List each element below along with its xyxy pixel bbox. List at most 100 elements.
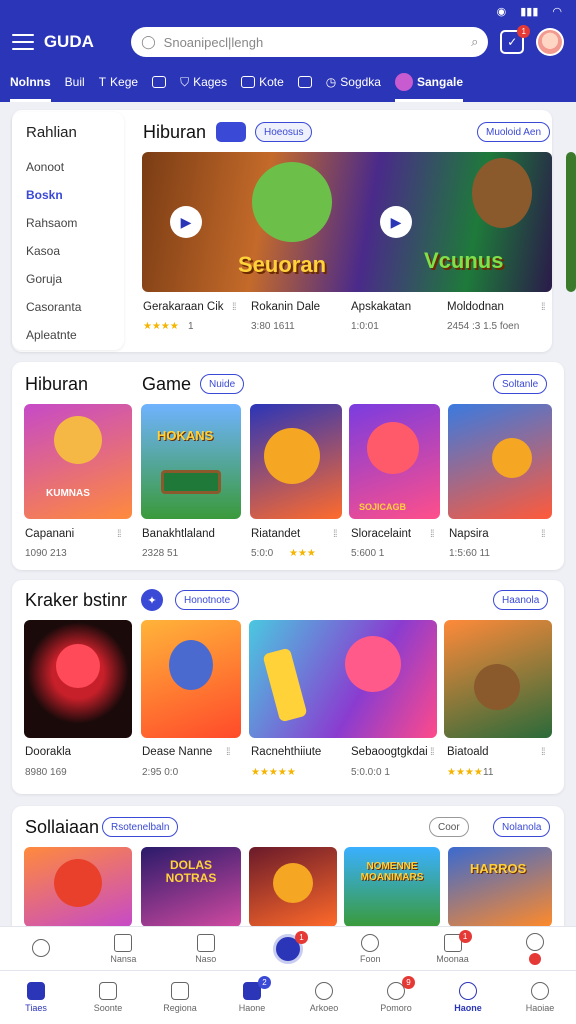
quick-action-history[interactable] <box>9 938 73 959</box>
game-title[interactable]: Apskakatan <box>351 301 411 313</box>
game-title[interactable]: Banakhtlaland <box>142 528 215 540</box>
nav-home[interactable]: Tiaes <box>4 982 68 1013</box>
section-1-pill[interactable]: Hoeosus <box>255 122 313 142</box>
face-icon <box>315 982 333 1000</box>
game-thumbnail[interactable] <box>250 404 342 519</box>
quick-action-message[interactable]: 1 Moonaa <box>421 929 485 964</box>
tab-1[interactable]: Buil <box>65 62 85 102</box>
more-icon[interactable]: ⁞⁞ <box>541 747 545 758</box>
tab-0[interactable]: Nolnns <box>10 62 51 102</box>
more-icon[interactable]: ⁞⁞ <box>117 529 121 540</box>
menu-icon[interactable] <box>12 34 34 50</box>
section-3-more-button[interactable]: Haanola <box>493 590 549 610</box>
section-4-filter-button[interactable]: Coor <box>429 817 469 837</box>
thumbnail-art-text: NOMENNE MOANIMARS <box>360 861 424 883</box>
game-thumbnail[interactable]: HARROS <box>448 847 552 927</box>
section-2-more-button[interactable]: Soltanle <box>493 374 548 394</box>
rating-stars: ★★★★★ <box>251 767 296 778</box>
section-3-pill[interactable]: Honotnote <box>175 590 240 610</box>
game-thumbnail[interactable] <box>24 847 132 927</box>
section-1-more-button[interactable]: Muoloid Aen <box>477 122 551 142</box>
section-4-pill[interactable]: Rsotenelbaln <box>102 817 179 837</box>
quick-action-play[interactable] <box>503 932 567 965</box>
game-title[interactable]: Capanani <box>25 528 74 540</box>
tab-label: Sangale <box>416 75 464 89</box>
game-thumbnail[interactable] <box>249 620 437 738</box>
more-icon[interactable]: ⁞⁞ <box>430 529 434 540</box>
game-thumbnail[interactable]: NOMENNE MOANIMARS <box>344 847 440 927</box>
tab-6[interactable] <box>297 62 312 102</box>
game-thumbnail[interactable] <box>249 847 337 927</box>
tab-7[interactable]: ◷ Sogdka <box>326 62 381 102</box>
nav-user[interactable]: Haoiae <box>508 982 572 1013</box>
game-title[interactable]: Moldodnan <box>447 301 504 313</box>
tab-4[interactable]: ⛉ Kages <box>180 62 227 102</box>
more-icon[interactable]: ⁞⁞ <box>333 529 337 540</box>
quick-action-face[interactable]: Foon <box>338 933 402 964</box>
mascot-image <box>474 664 520 710</box>
notification-button[interactable]: ✓ 1 <box>500 25 531 54</box>
game-title[interactable]: Racnehthiiute <box>251 746 321 758</box>
game-meta: 1 <box>188 321 194 332</box>
side-menu-item[interactable]: Casoranta <box>26 293 110 321</box>
game-thumbnail[interactable] <box>24 620 132 738</box>
game-title[interactable]: Dease Nanne <box>142 746 212 758</box>
play-icon[interactable]: ▶ <box>170 206 202 238</box>
tab-5[interactable]: Kote <box>241 62 284 102</box>
nav-calendar[interactable]: Soonte <box>76 982 140 1013</box>
game-title[interactable]: Napsira <box>449 528 489 540</box>
section-1-title: Hiburan <box>143 122 207 142</box>
game-thumbnail[interactable] <box>444 620 552 738</box>
game-thumbnail[interactable] <box>448 404 552 519</box>
nav-person[interactable]: Haone <box>436 982 500 1013</box>
game-meta: 8980 169 <box>25 767 67 778</box>
side-menu-item[interactable]: Kasoa <box>26 237 110 265</box>
quick-action-record[interactable]: 1 <box>256 930 320 964</box>
nav-label: Soonte <box>93 1003 123 1013</box>
quick-action-list[interactable]: Nansa <box>91 933 155 964</box>
game-thumbnail[interactable]: SOJICAGB <box>349 404 440 519</box>
game-title[interactable]: Doorakla <box>25 746 71 758</box>
nav-media[interactable]: 2 Haone <box>220 976 284 1013</box>
more-icon[interactable]: ⁞⁞ <box>541 302 545 313</box>
search-input[interactable]: ◯ Snoanipecl|lengh ⌕ <box>131 27 489 57</box>
more-icon[interactable]: ⁞⁞ <box>226 747 230 758</box>
tab-2[interactable]: T Kege <box>99 62 138 102</box>
avatar[interactable] <box>536 28 565 56</box>
side-menu-item[interactable]: Aonoot <box>26 153 110 181</box>
side-menu-item-selected[interactable]: Boskn <box>26 181 110 209</box>
play-icon[interactable]: ▶ <box>380 206 412 238</box>
game-title[interactable]: Gerakaraan Cik <box>143 301 224 313</box>
section-4-more-button[interactable]: Nolanola <box>493 817 551 837</box>
side-menu-item[interactable]: Apleatnte <box>26 321 110 349</box>
game-title[interactable]: Sebaoogtgkdai <box>351 746 428 758</box>
search-placeholder: Snoanipecl|lengh <box>163 34 264 50</box>
game-title[interactable]: Biatoald <box>447 746 489 758</box>
nav-card[interactable]: Regiona <box>148 982 212 1013</box>
tab-3[interactable] <box>152 62 167 102</box>
nav-shield[interactable]: 9 Pomoro <box>364 976 428 1013</box>
pin-icon[interactable]: ✦ <box>141 589 163 611</box>
game-title[interactable]: Sloracelaint <box>351 528 411 540</box>
nav-face[interactable]: Arkoeo <box>292 982 356 1013</box>
section-2-pill[interactable]: Nuide <box>200 374 245 394</box>
tab-8[interactable]: Sangale <box>394 62 464 102</box>
game-meta: 2:95 0:0 <box>142 767 179 778</box>
side-menu-item[interactable]: Goruja <box>26 265 110 293</box>
app-bar: GUDA ◯ Snoanipecl|lengh ⌕ ✓ 1 <box>0 22 576 62</box>
more-icon[interactable]: ⁞⁞ <box>232 302 236 313</box>
side-menu-item[interactable]: Rahsaom <box>26 209 110 237</box>
game-thumbnail[interactable]: DOLAS NOTRAS <box>141 847 241 927</box>
game-thumbnail[interactable]: HOKANS <box>141 404 241 519</box>
game-title[interactable]: Riatandet <box>251 528 300 540</box>
game-meta: 11 <box>483 767 494 778</box>
game-thumbnail[interactable]: KUMNAS <box>24 404 132 519</box>
game-thumbnail[interactable] <box>141 620 241 738</box>
search-icon[interactable]: ⌕ <box>471 34 478 50</box>
flag-button[interactable] <box>216 122 246 142</box>
quick-action-box[interactable]: Naso <box>174 933 238 964</box>
game-title[interactable]: Rokanin Dale <box>251 301 320 313</box>
more-icon[interactable]: ⁞⁞ <box>430 747 434 758</box>
more-icon[interactable]: ⁞⁞ <box>541 529 545 540</box>
featured-banner[interactable]: ▶ ▶ Seuoran Vcunus <box>142 152 552 292</box>
